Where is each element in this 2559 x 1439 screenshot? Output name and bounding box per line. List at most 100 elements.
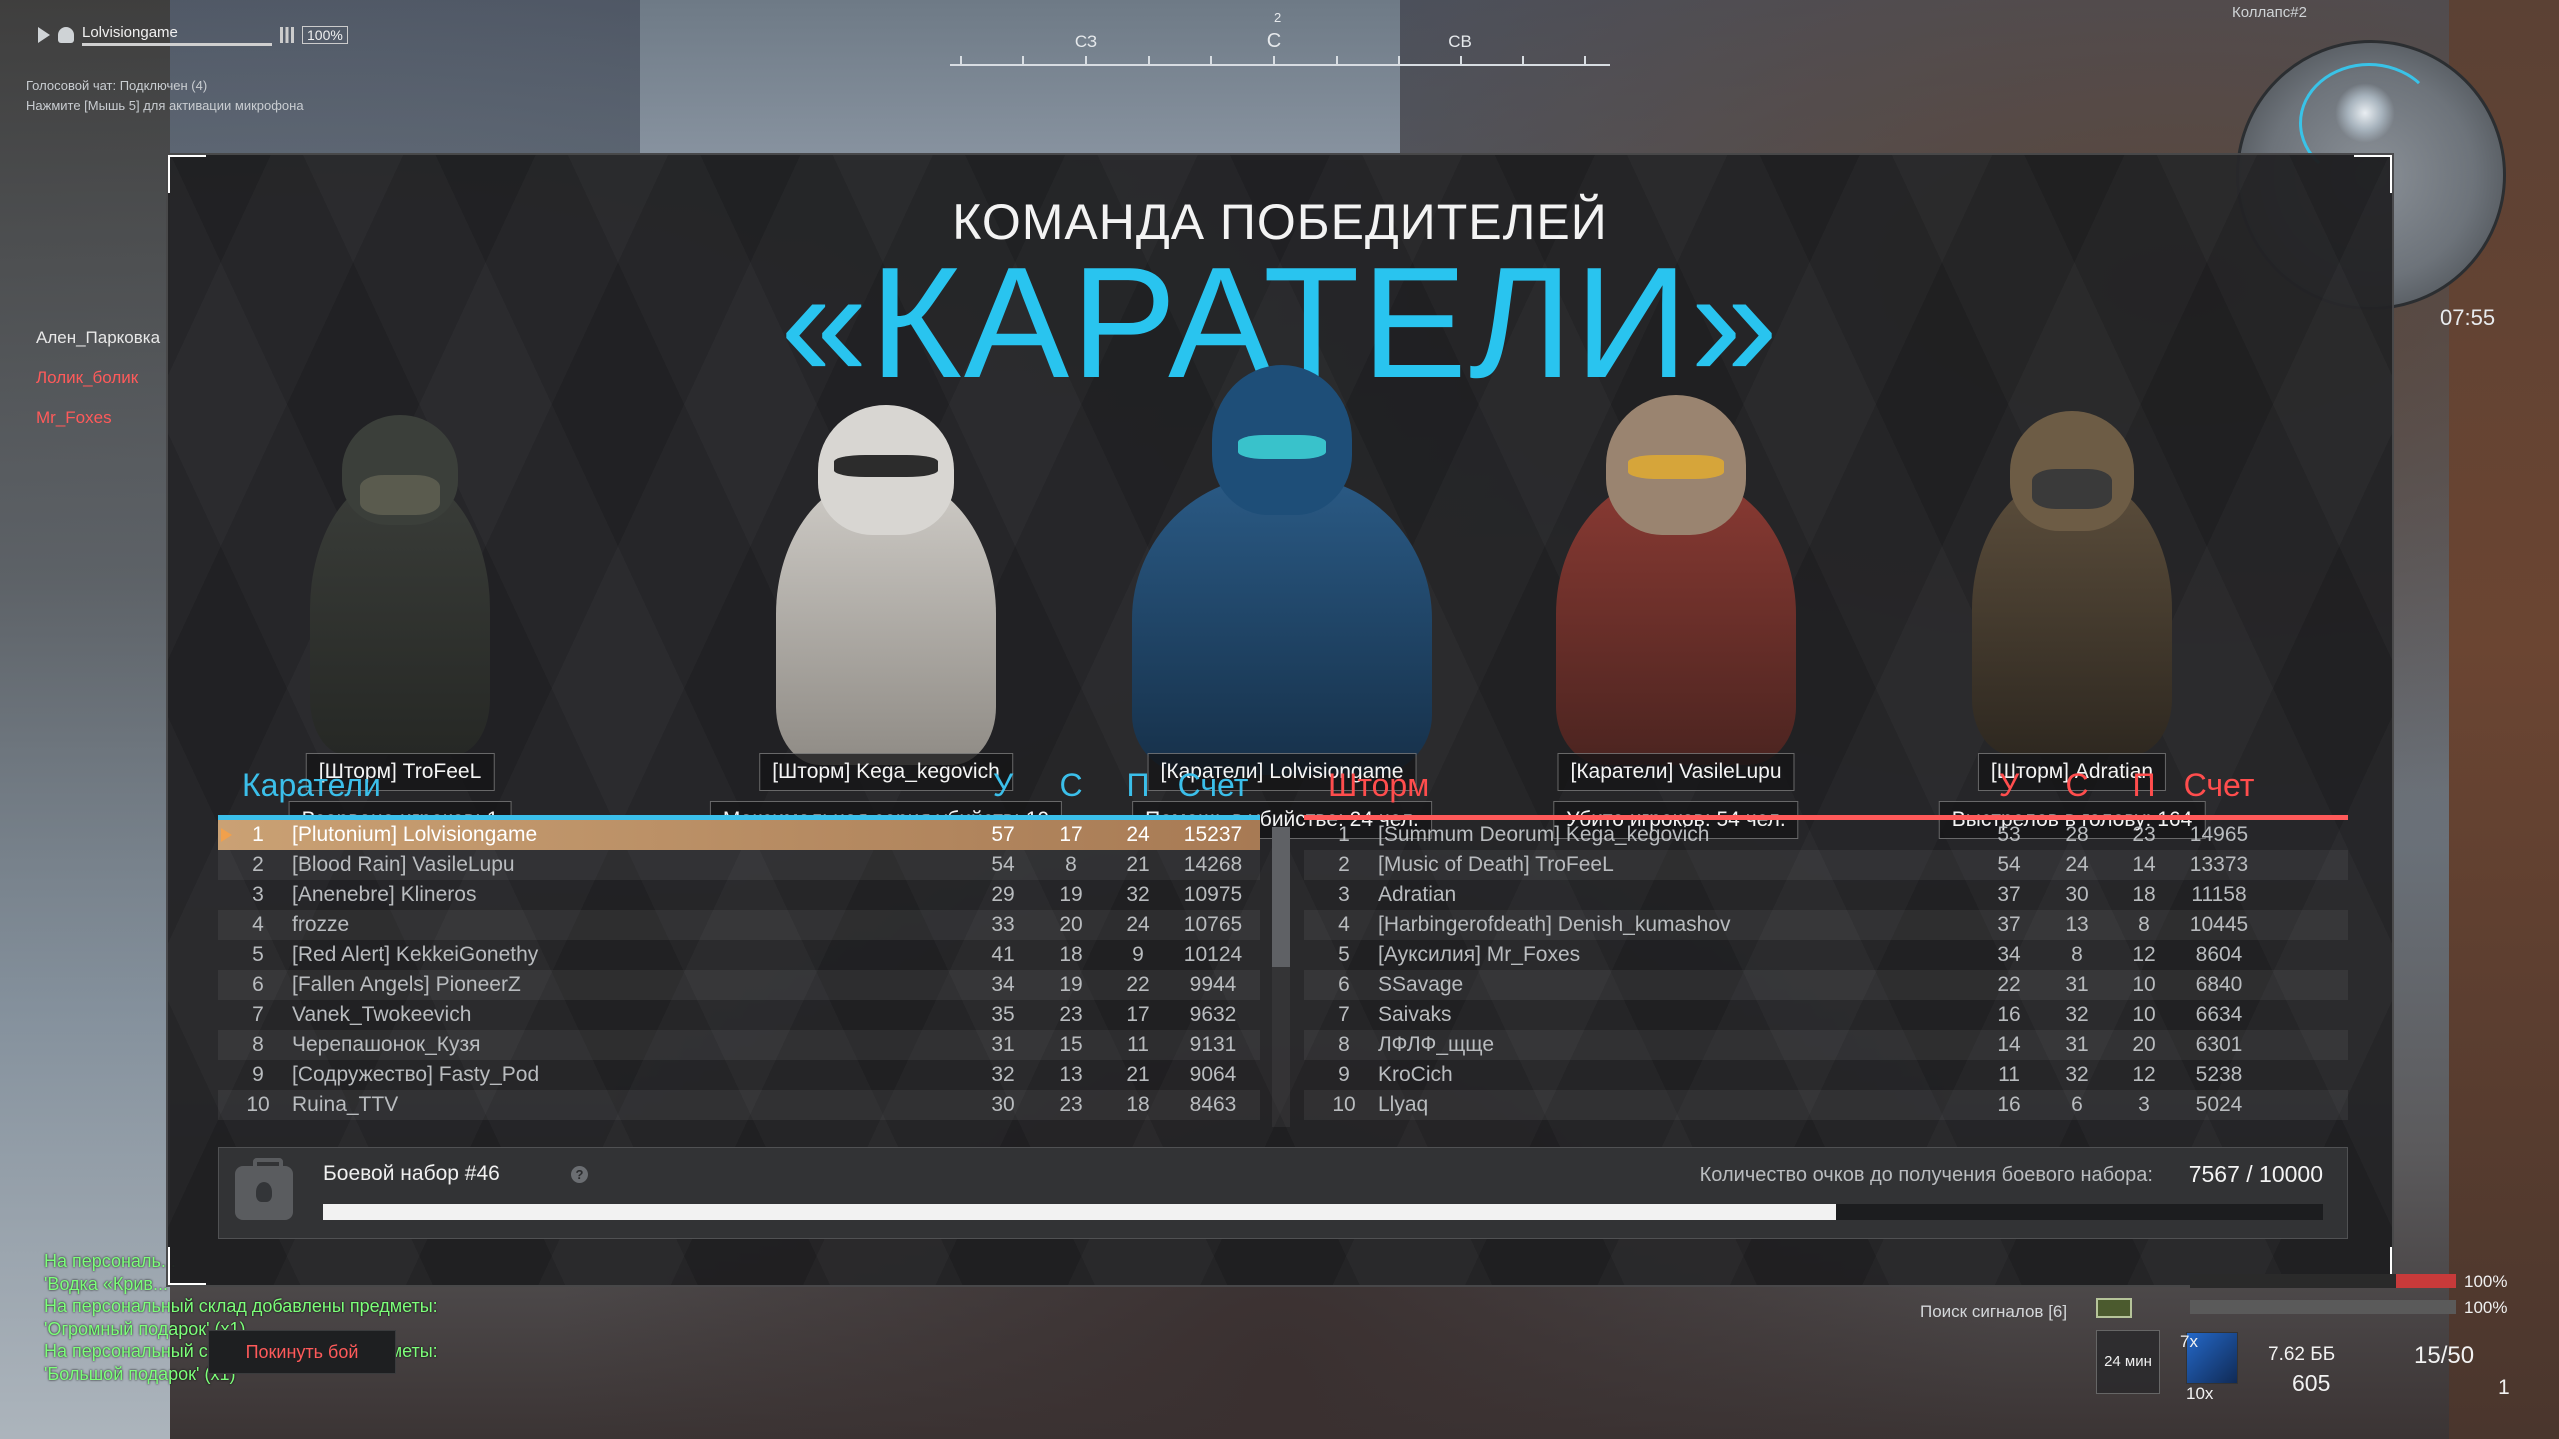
info-icon[interactable]: ? <box>571 1166 588 1183</box>
player-assists: 8 <box>2138 913 2150 936</box>
player-deaths: 32 <box>2065 1063 2089 1086</box>
player-assists: 10 <box>2132 973 2156 996</box>
player-score: 9944 <box>1189 973 1237 996</box>
table-row[interactable]: 4 frozze 33 20 24 10765 <box>218 910 1260 940</box>
player-score: 8463 <box>1189 1093 1237 1116</box>
player-name: ЛФЛФ_щще <box>1378 1033 1495 1056</box>
player-name: [Summum Deorum] Kega_kegovich <box>1378 823 1710 846</box>
panel-corner <box>168 1247 206 1285</box>
player-kills: 31 <box>991 1033 1015 1056</box>
player-rank: 6 <box>1338 973 1350 996</box>
team-rows: 1 [Summum Deorum] Kega_kegovich 53 28 23 1496… <box>1304 820 2348 1120</box>
player-kills: 14 <box>1997 1033 2021 1056</box>
table-row[interactable]: 7 Saivaks 16 32 10 6634 <box>1304 1000 2348 1030</box>
scrollbar[interactable] <box>1272 827 1290 1127</box>
player-assists: 21 <box>1126 853 1150 876</box>
table-row[interactable]: 8 ЛФЛФ_щще 14 31 20 6301 <box>1304 1030 2348 1060</box>
player-score: 9064 <box>1189 1063 1237 1086</box>
player-name: Черепашонок_Кузя <box>292 1033 481 1056</box>
player-deaths: 28 <box>2065 823 2089 846</box>
player-assists: 18 <box>1126 1093 1150 1116</box>
scrollbar-thumb[interactable] <box>1272 827 1290 967</box>
armor-value: 100% <box>2464 1298 2508 1317</box>
player-score: 6634 <box>2195 1003 2243 1026</box>
visor <box>1628 455 1724 479</box>
player-deaths: 23 <box>1059 1093 1083 1116</box>
table-row[interactable]: 2 [Music of Death] TroFeeL 54 24 14 13373 <box>1304 850 2348 880</box>
player-rank: 7 <box>1338 1003 1350 1026</box>
consumable-count: 7x <box>2180 1332 2198 1351</box>
battle-kit-case-icon <box>235 1158 293 1220</box>
player-assists: 9 <box>1132 943 1144 966</box>
table-row[interactable]: 5 [Red Alert] KekkeiGonethy 41 18 9 10124 <box>218 940 1260 970</box>
player-kills: 54 <box>991 853 1015 876</box>
team-table-left: Каратели У С П Счет 1 [Plutonium] Lolvisi… <box>218 767 1260 1120</box>
table-row[interactable]: 10 Llyaq 16 6 3 5024 <box>1304 1090 2348 1120</box>
player-name: Vanek_Twokeevich <box>292 1003 472 1026</box>
player-name: [Music of Death] TroFeeL <box>1378 853 1614 876</box>
player-deaths: 13 <box>2065 913 2089 936</box>
compass-degree: 2 <box>1274 10 1282 25</box>
compass-tick <box>1148 56 1150 66</box>
table-row[interactable]: 7 Vanek_Twokeevich 35 23 17 9632 <box>218 1000 1260 1030</box>
player-score: 13373 <box>2189 853 2249 876</box>
team-rows: 1 [Plutonium] Lolvisiongame 57 17 24 15237 2 [B… <box>218 820 1260 1120</box>
player-deaths: 23 <box>1059 1003 1083 1026</box>
player-score: 9131 <box>1189 1033 1237 1056</box>
table-row[interactable]: 1 [Plutonium] Lolvisiongame 57 17 24 15237 <box>218 820 1260 850</box>
player-rank: 1 <box>252 823 264 846</box>
player-deaths: 8 <box>2071 943 2083 966</box>
compass-label-nw: СЗ <box>1074 32 1098 51</box>
signal-search-label: Поиск сигналов [6] <box>1920 1302 2068 1321</box>
player-deaths: 17 <box>1059 823 1083 846</box>
player-rank: 2 <box>252 853 264 876</box>
compass-label-n: С <box>1266 30 1282 52</box>
table-row[interactable]: 1 [Summum Deorum] Kega_kegovich 53 28 23 1496… <box>1304 820 2348 850</box>
table-row[interactable]: 3 Adratian 37 30 18 11158 <box>1304 880 2348 910</box>
player-rank: 8 <box>1338 1033 1350 1056</box>
player-kills: 32 <box>991 1063 1015 1086</box>
player-assists: 17 <box>1126 1003 1150 1026</box>
player-score: 14965 <box>2189 823 2249 846</box>
player-score: 10445 <box>2189 913 2249 936</box>
match-results-panel: КОМАНДА ПОБЕДИТЕЛЕЙ «КАРАТЕЛИ» [Шторм] T… <box>166 153 2394 1287</box>
feed-entry: Mr_Foxes <box>36 408 112 427</box>
armor-fill <box>2190 1300 2456 1314</box>
table-row[interactable]: 4 [Harbingerofdeath] Denish_kumashov 37 13 8… <box>1304 910 2348 940</box>
player-assists: 14 <box>2132 853 2156 876</box>
leave-battle-button[interactable]: Покинуть бой <box>208 1330 396 1374</box>
player-score: 10124 <box>1183 943 1243 966</box>
table-row[interactable]: 10 Ruina_TTV 30 23 18 8463 <box>218 1090 1260 1120</box>
player-deaths: 13 <box>1059 1063 1083 1086</box>
player-deaths: 19 <box>1059 973 1083 996</box>
chat-line: На персональный склад добавлены предметы… <box>44 1296 438 1316</box>
player-kills: 29 <box>991 883 1015 906</box>
table-row[interactable]: 9 [Содружество] Fasty_Pod 32 13 21 9064 <box>218 1060 1260 1090</box>
player-assists: 24 <box>1126 913 1150 936</box>
table-row[interactable]: 3 [Anenebre] Klineros 29 19 32 10975 <box>218 880 1260 910</box>
player-score: 5024 <box>2195 1093 2243 1116</box>
compass-tick <box>1336 56 1338 66</box>
player-deaths: 32 <box>2065 1003 2089 1026</box>
radio-icon <box>2096 1298 2132 1318</box>
player-rank: 1 <box>1338 823 1350 846</box>
player-score: 8604 <box>2195 943 2243 966</box>
table-row[interactable]: 6 SSavage 22 31 10 6840 <box>1304 970 2348 1000</box>
column-deaths: С <box>1059 767 1083 803</box>
battle-kit-label: Количество очков до получения боевого на… <box>1699 1164 2153 1186</box>
table-row[interactable]: 5 [Ауксилия] Mr_Foxes 34 8 12 8604 <box>1304 940 2348 970</box>
table-row[interactable]: 2 [Blood Rain] VasileLupu 54 8 21 14268 <box>218 850 1260 880</box>
table-row[interactable]: 6 [Fallen Angels] PioneerZ 34 19 22 9944 <box>218 970 1260 1000</box>
buff-timer: 24 мин <box>2096 1330 2160 1394</box>
player-rank: 9 <box>1338 1063 1350 1086</box>
player-deaths: 24 <box>2065 853 2089 876</box>
background-wall-left <box>0 0 170 1439</box>
player-score: 11158 <box>2191 883 2247 906</box>
player-kills: 57 <box>991 823 1015 846</box>
medkit-count: 10x <box>2186 1384 2214 1403</box>
player-kills: 34 <box>991 973 1015 996</box>
player-rank: 5 <box>1338 943 1350 966</box>
table-row[interactable]: 8 Черепашонок_Кузя 31 15 11 9131 <box>218 1030 1260 1060</box>
table-row[interactable]: 9 KroCich 11 32 12 5238 <box>1304 1060 2348 1090</box>
player-kills: 30 <box>991 1093 1015 1116</box>
